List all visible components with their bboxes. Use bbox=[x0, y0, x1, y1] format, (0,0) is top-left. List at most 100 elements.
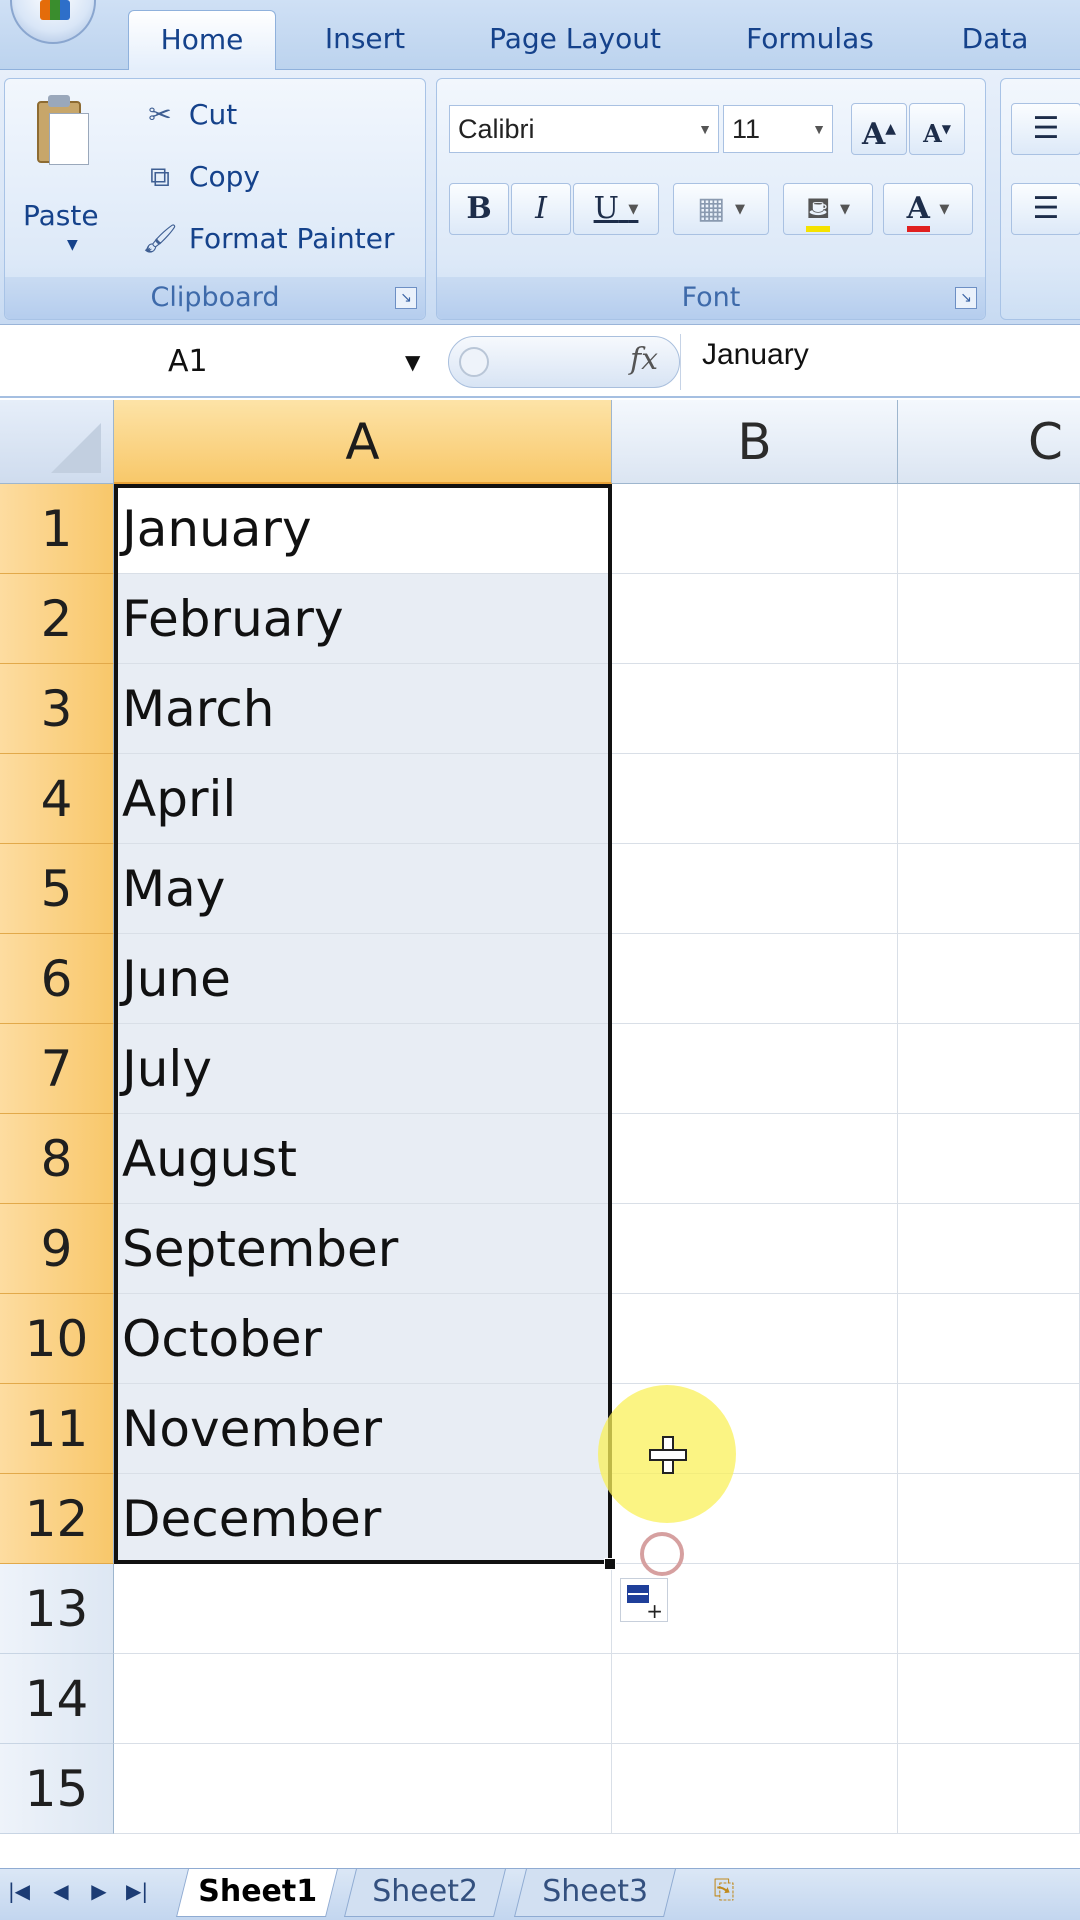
cell-c[interactable] bbox=[898, 1294, 1080, 1384]
align-top-icon[interactable]: ☰ bbox=[1011, 103, 1080, 155]
cell-a[interactable]: February bbox=[114, 574, 612, 664]
fill-color-button[interactable]: ⛾ ▼ bbox=[783, 183, 873, 235]
cell-c[interactable] bbox=[898, 754, 1080, 844]
cell-c[interactable] bbox=[898, 484, 1080, 574]
cell-a[interactable]: July bbox=[114, 1024, 612, 1114]
row-header[interactable]: 9 bbox=[0, 1204, 114, 1294]
cell-c[interactable] bbox=[898, 1024, 1080, 1114]
cell-a[interactable] bbox=[114, 1654, 612, 1744]
sheet-tab-sheet1[interactable]: Sheet1 bbox=[176, 1869, 338, 1917]
formula-input[interactable]: January bbox=[702, 338, 809, 372]
cell-a[interactable]: June bbox=[114, 934, 612, 1024]
clipboard-dialog-launcher-icon[interactable]: ↘ bbox=[395, 287, 417, 309]
tab-home[interactable]: Home bbox=[128, 10, 276, 70]
column-header-c[interactable]: C bbox=[898, 400, 1080, 484]
insert-sheet-icon[interactable]: ⎘ bbox=[700, 1875, 748, 1913]
row-header[interactable]: 1 bbox=[0, 484, 114, 574]
tab-data[interactable]: Data bbox=[940, 10, 1050, 70]
font-size-combo[interactable]: 11 ▼ bbox=[723, 105, 833, 153]
auto-fill-options-button[interactable]: + bbox=[620, 1578, 668, 1622]
cell-a[interactable]: November bbox=[114, 1384, 612, 1474]
cell-b[interactable] bbox=[612, 664, 898, 754]
cell-a[interactable]: January bbox=[114, 484, 612, 574]
first-sheet-icon[interactable]: |◀ bbox=[4, 1879, 34, 1903]
name-box-dropdown-icon[interactable]: ▼ bbox=[405, 350, 420, 374]
cell-c[interactable] bbox=[898, 664, 1080, 754]
cell-c[interactable] bbox=[898, 1204, 1080, 1294]
cell-c[interactable] bbox=[898, 934, 1080, 1024]
cell-b[interactable] bbox=[612, 844, 898, 934]
prev-sheet-icon[interactable]: ◀ bbox=[46, 1879, 76, 1903]
paste-icon[interactable] bbox=[33, 91, 91, 171]
cell-b[interactable] bbox=[612, 1294, 898, 1384]
align-left-icon[interactable]: ☰ bbox=[1011, 183, 1080, 235]
last-sheet-icon[interactable]: ▶| bbox=[122, 1879, 152, 1903]
cell-b[interactable] bbox=[612, 754, 898, 844]
column-header-a[interactable]: A bbox=[114, 400, 612, 484]
office-button[interactable] bbox=[10, 0, 96, 44]
cell-b[interactable] bbox=[612, 574, 898, 664]
cell-c[interactable] bbox=[898, 1654, 1080, 1744]
row-header[interactable]: 8 bbox=[0, 1114, 114, 1204]
row-header[interactable]: 3 bbox=[0, 664, 114, 754]
cell-c[interactable] bbox=[898, 1384, 1080, 1474]
tab-page-layout[interactable]: Page Layout bbox=[465, 10, 685, 70]
paste-dropdown-icon[interactable]: ▼ bbox=[67, 237, 78, 253]
cell-b[interactable] bbox=[612, 1654, 898, 1744]
select-all-button[interactable] bbox=[0, 400, 114, 484]
tab-insert[interactable]: Insert bbox=[300, 10, 430, 70]
cell-c[interactable] bbox=[898, 574, 1080, 664]
copy-button[interactable]: ⧉ Copy bbox=[140, 157, 260, 197]
cell-c[interactable] bbox=[898, 1564, 1080, 1654]
row-header[interactable]: 2 bbox=[0, 574, 114, 664]
name-box[interactable]: A1 bbox=[0, 334, 440, 390]
cell-b[interactable] bbox=[612, 484, 898, 574]
row-header[interactable]: 6 bbox=[0, 934, 114, 1024]
shrink-font-button[interactable]: A▼ bbox=[909, 103, 965, 155]
cell-a[interactable] bbox=[114, 1564, 612, 1654]
row-header[interactable]: 11 bbox=[0, 1384, 114, 1474]
font-color-button[interactable]: A ▼ bbox=[883, 183, 973, 235]
cell-a[interactable]: March bbox=[114, 664, 612, 754]
cell-c[interactable] bbox=[898, 1114, 1080, 1204]
cell-c[interactable] bbox=[898, 1474, 1080, 1564]
bold-button[interactable]: B bbox=[449, 183, 509, 235]
row-header[interactable]: 15 bbox=[0, 1744, 114, 1834]
font-name-combo[interactable]: Calibri ▼ bbox=[449, 105, 719, 153]
cell-a[interactable]: August bbox=[114, 1114, 612, 1204]
cell-a[interactable]: September bbox=[114, 1204, 612, 1294]
cell-b[interactable] bbox=[612, 1114, 898, 1204]
cell-b[interactable] bbox=[612, 934, 898, 1024]
row-header[interactable]: 4 bbox=[0, 754, 114, 844]
cell-c[interactable] bbox=[898, 1744, 1080, 1834]
sheet-tab-sheet3[interactable]: Sheet3 bbox=[514, 1869, 676, 1917]
row-header[interactable]: 5 bbox=[0, 844, 114, 934]
cell-a[interactable]: October bbox=[114, 1294, 612, 1384]
borders-button[interactable]: ▦ ▼ bbox=[673, 183, 769, 235]
paste-button[interactable]: Paste bbox=[23, 199, 99, 232]
next-sheet-icon[interactable]: ▶ bbox=[84, 1879, 114, 1903]
cell-b[interactable] bbox=[612, 1204, 898, 1294]
tab-formulas[interactable]: Formulas bbox=[725, 10, 895, 70]
sheet-tab-sheet2[interactable]: Sheet2 bbox=[344, 1869, 506, 1917]
row-header[interactable]: 10 bbox=[0, 1294, 114, 1384]
cell-a[interactable] bbox=[114, 1744, 612, 1834]
column-header-b[interactable]: B bbox=[612, 400, 898, 484]
row-header[interactable]: 12 bbox=[0, 1474, 114, 1564]
font-dialog-launcher-icon[interactable]: ↘ bbox=[955, 287, 977, 309]
grow-font-button[interactable]: A▲ bbox=[851, 103, 907, 155]
cell-a[interactable]: April bbox=[114, 754, 612, 844]
format-painter-button[interactable]: 🖌 Format Painter bbox=[140, 219, 394, 259]
row-header[interactable]: 14 bbox=[0, 1654, 114, 1744]
cell-c[interactable] bbox=[898, 844, 1080, 934]
underline-button[interactable]: U ▼ bbox=[573, 183, 659, 235]
cut-button[interactable]: ✂ Cut bbox=[140, 95, 237, 135]
row-header[interactable]: 7 bbox=[0, 1024, 114, 1114]
italic-button[interactable]: I bbox=[511, 183, 571, 235]
fill-handle[interactable] bbox=[604, 1558, 616, 1570]
cell-a[interactable]: May bbox=[114, 844, 612, 934]
row-header[interactable]: 13 bbox=[0, 1564, 114, 1654]
cell-b[interactable] bbox=[612, 1024, 898, 1114]
cell-a[interactable]: December bbox=[114, 1474, 612, 1564]
cell-b[interactable] bbox=[612, 1744, 898, 1834]
